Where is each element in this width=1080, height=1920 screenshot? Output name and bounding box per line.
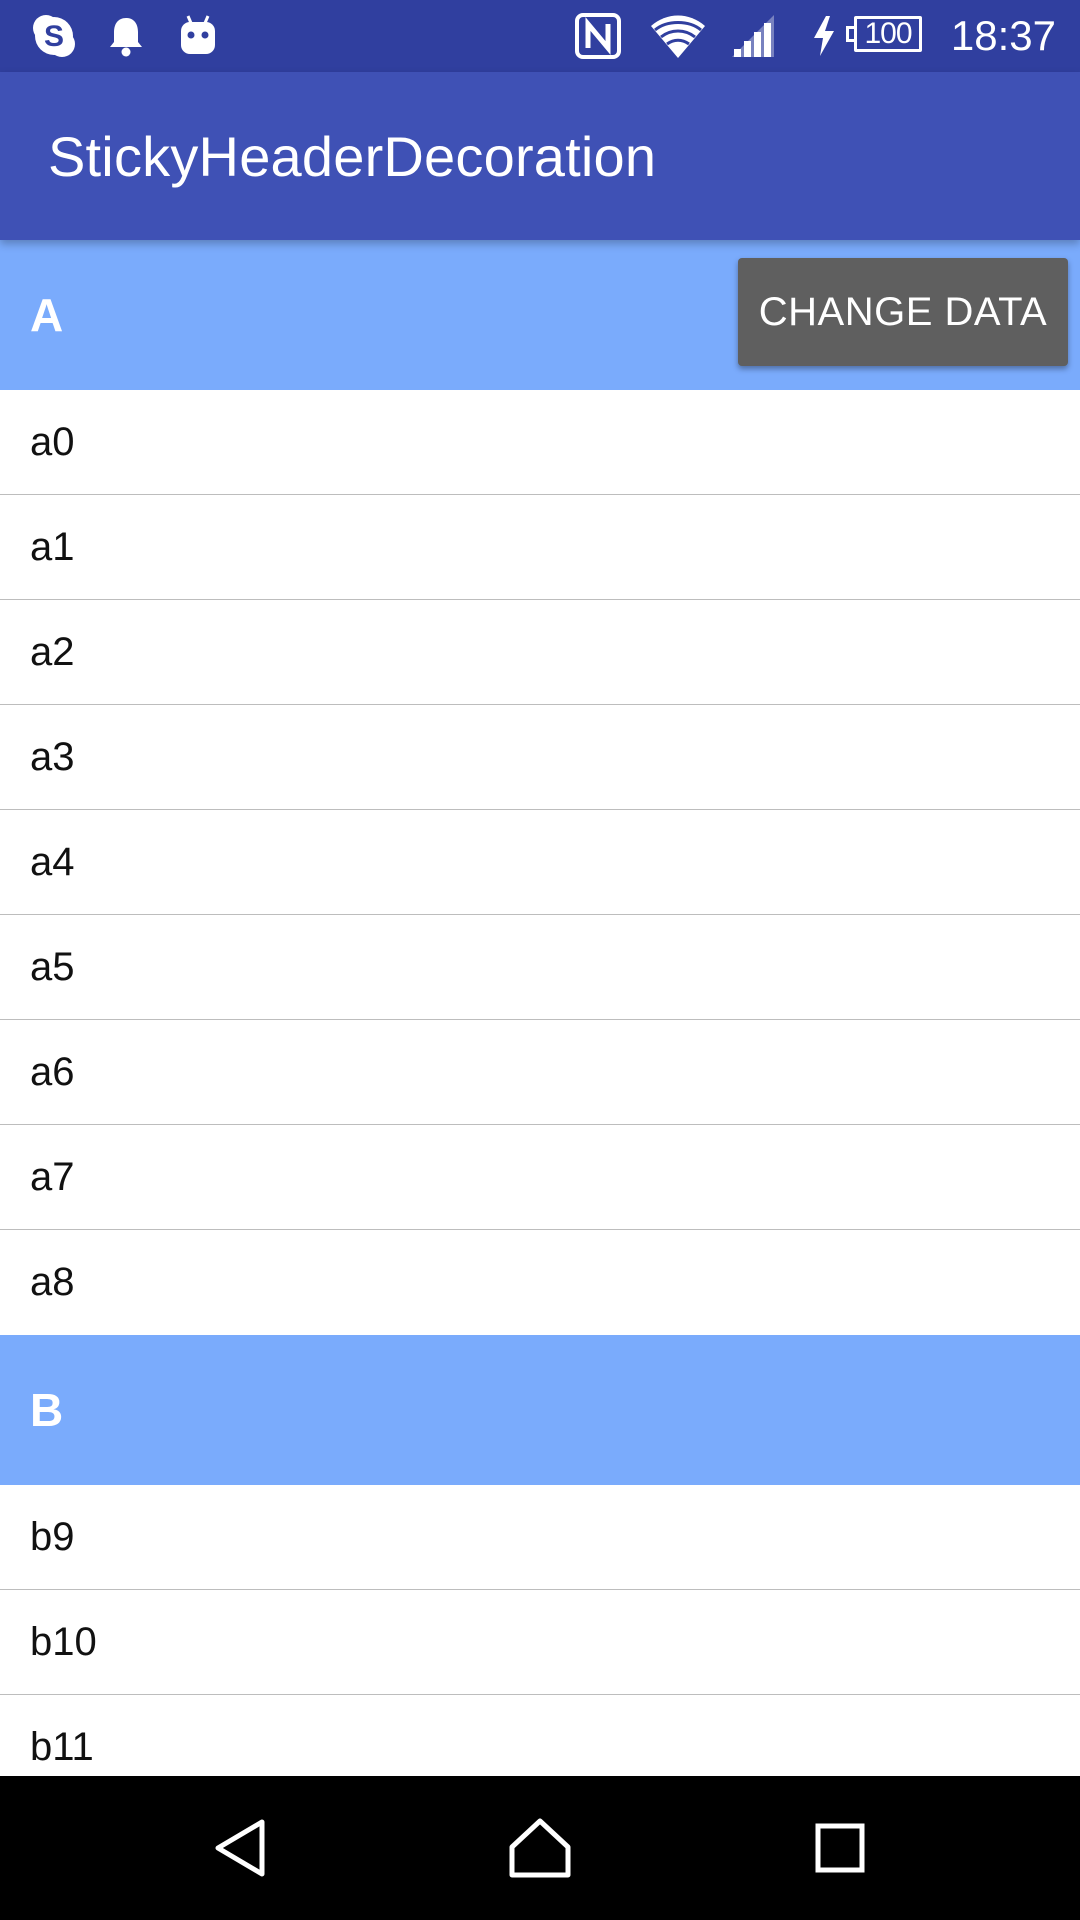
list-item-label: a4: [30, 839, 75, 884]
list-item[interactable]: a0: [0, 390, 1080, 495]
sticky-header-list[interactable]: A CHANGE DATA a0 a1 a2 a3 a4 a5 a6 a7 a8…: [0, 240, 1080, 1776]
list-item[interactable]: a6: [0, 1020, 1080, 1125]
list-item-label: a0: [30, 419, 75, 464]
list-item[interactable]: a1: [0, 495, 1080, 600]
list-item-label: a3: [30, 734, 75, 779]
section-letter: A: [30, 289, 64, 341]
recent-apps-icon[interactable]: [804, 1812, 876, 1884]
list-item[interactable]: a3: [0, 705, 1080, 810]
section-header-b: B: [0, 1335, 1080, 1485]
cell-signal-icon: [728, 10, 778, 62]
list-item-label: b9: [30, 1514, 75, 1559]
list-item-label: a5: [30, 944, 75, 989]
list-item[interactable]: a5: [0, 915, 1080, 1020]
change-data-button[interactable]: CHANGE DATA: [738, 258, 1068, 366]
app-bar: StickyHeaderDecoration: [0, 72, 1080, 240]
svg-text:S: S: [44, 20, 64, 53]
battery-icon: 100: [844, 16, 926, 54]
list-item[interactable]: b11: [0, 1695, 1080, 1776]
list-item[interactable]: b9: [0, 1485, 1080, 1590]
list-item-label: a8: [30, 1259, 75, 1304]
navigation-bar: [0, 1776, 1080, 1920]
nfc-icon: [572, 10, 624, 62]
status-bar: S 100 18:37: [0, 0, 1080, 72]
screen: S 100 18:37 StickyHeaderDecoration A CHA…: [0, 0, 1080, 1920]
app-title: StickyHeaderDecoration: [48, 124, 657, 188]
list-item-label: a6: [30, 1049, 75, 1094]
list-item-label: a1: [30, 524, 75, 569]
list-item[interactable]: b10: [0, 1590, 1080, 1695]
android-debug-icon: [176, 10, 220, 62]
charging-icon: [810, 10, 838, 62]
list-item-label: b10: [30, 1619, 97, 1664]
section-header-a: A CHANGE DATA: [0, 240, 1080, 390]
skype-icon: S: [28, 10, 80, 62]
notification-bell-icon: [104, 10, 148, 62]
wifi-icon: [648, 10, 708, 62]
list-item-label: a7: [30, 1154, 75, 1199]
list-item[interactable]: a2: [0, 600, 1080, 705]
list-item-label: b11: [30, 1724, 94, 1769]
list-item[interactable]: a8: [0, 1230, 1080, 1335]
list-item[interactable]: a4: [0, 810, 1080, 915]
section-letter: B: [30, 1384, 64, 1436]
battery-level: 100: [854, 16, 922, 52]
home-icon[interactable]: [504, 1812, 576, 1884]
list-item[interactable]: a7: [0, 1125, 1080, 1230]
back-icon[interactable]: [204, 1812, 276, 1884]
status-time: 18:37: [950, 12, 1056, 59]
list-item-label: a2: [30, 629, 75, 674]
